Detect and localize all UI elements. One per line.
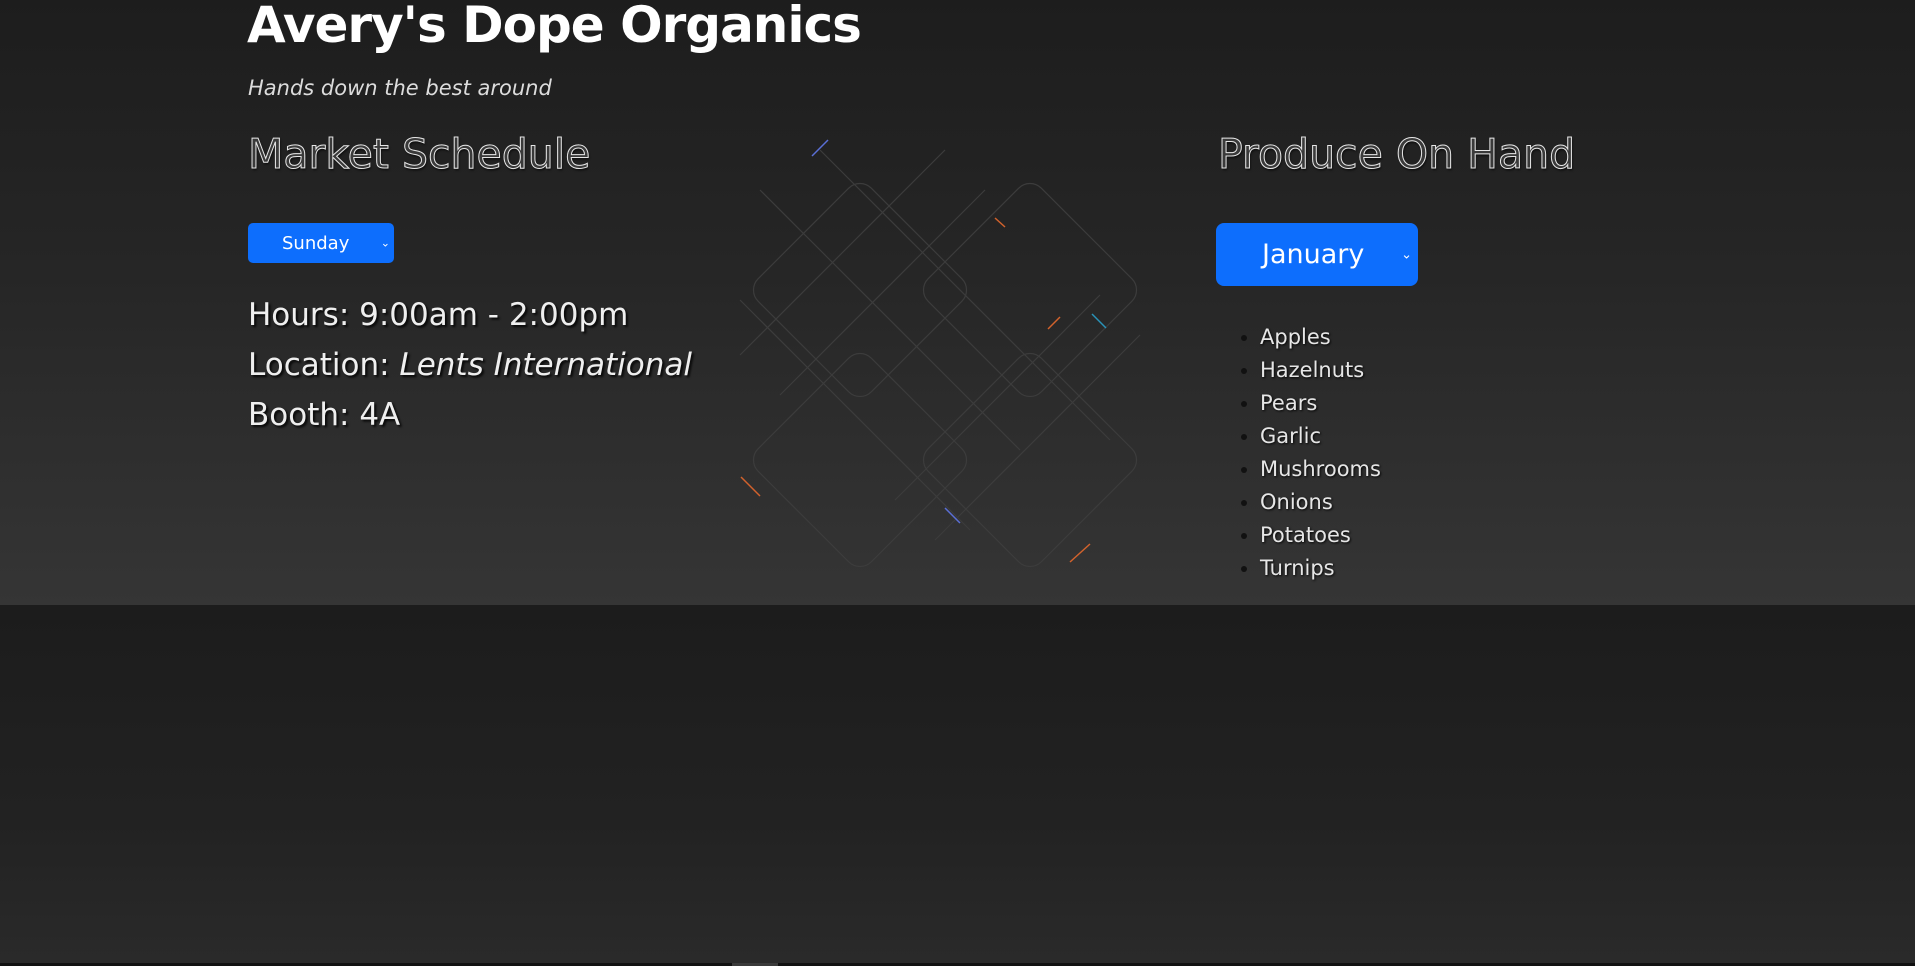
site-tagline: Hands down the best around xyxy=(248,76,552,100)
location-label: Location: xyxy=(248,347,390,383)
list-item: Potatoes xyxy=(1260,521,1381,554)
produce-list: Apples Hazelnuts Pears Garlic Mushrooms … xyxy=(1216,323,1381,587)
site-title: Avery's Dope Organics xyxy=(247,0,862,54)
hours-label: Hours: xyxy=(248,297,350,333)
list-item: Onions xyxy=(1260,488,1381,521)
list-item: Garlic xyxy=(1260,422,1381,455)
month-select-value: January xyxy=(1262,239,1365,270)
produce-item: Apples xyxy=(1260,325,1331,349)
day-select[interactable]: Sunday ⌄ xyxy=(248,223,394,263)
list-item: Apples xyxy=(1260,323,1381,356)
hours-line: Hours: 9:00am - 2:00pm xyxy=(248,297,628,333)
chevron-down-icon: ⌄ xyxy=(1401,247,1412,262)
market-schedule-heading: Market Schedule xyxy=(247,130,591,179)
decorative-grid-graphic xyxy=(739,139,1141,568)
booth-label: Booth: xyxy=(248,397,350,433)
booth-line: Booth: 4A xyxy=(248,397,400,433)
page-body-empty-area xyxy=(0,605,1915,963)
month-select[interactable]: January ⌄ xyxy=(1216,223,1418,286)
list-item: Mushrooms xyxy=(1260,455,1381,488)
chevron-down-icon: ⌄ xyxy=(380,236,390,250)
produce-item: Mushrooms xyxy=(1260,457,1381,481)
produce-item: Onions xyxy=(1260,490,1333,514)
produce-item: Pears xyxy=(1260,391,1318,415)
produce-item: Hazelnuts xyxy=(1260,358,1365,382)
location-value: Lents International xyxy=(399,347,692,383)
hours-value: 9:00am - 2:00pm xyxy=(359,297,629,333)
booth-value: 4A xyxy=(359,397,401,433)
location-line: Location: Lents International xyxy=(248,347,692,383)
produce-item: Garlic xyxy=(1260,424,1321,448)
produce-item: Turnips xyxy=(1260,556,1335,580)
list-item: Turnips xyxy=(1260,554,1381,587)
list-item: Pears xyxy=(1260,389,1381,422)
day-select-value: Sunday xyxy=(282,232,350,254)
list-item: Hazelnuts xyxy=(1260,356,1381,389)
produce-item: Potatoes xyxy=(1260,523,1351,547)
hero-section: Avery's Dope Organics Hands down the bes… xyxy=(0,0,1915,605)
produce-heading: Produce On Hand xyxy=(1217,130,1576,179)
